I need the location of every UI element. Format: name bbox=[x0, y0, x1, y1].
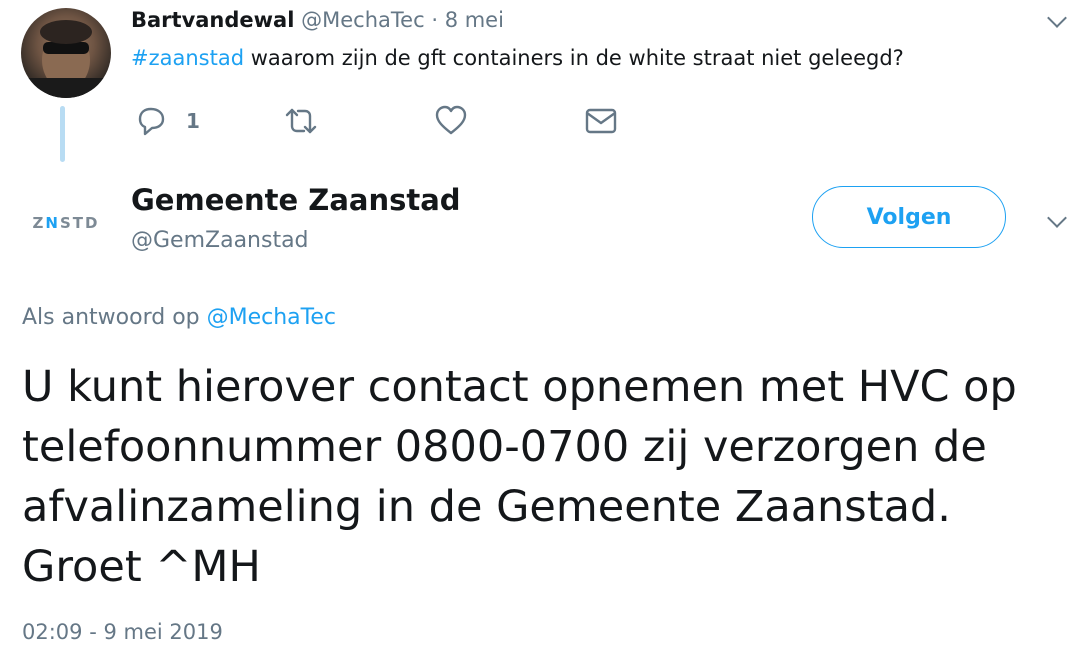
chevron-down-icon[interactable] bbox=[1047, 208, 1067, 228]
retweet-icon[interactable] bbox=[283, 104, 319, 142]
author-handle[interactable]: @MechaTec bbox=[301, 8, 425, 32]
tweet-text: U kunt hierover contact opnemen met HVC … bbox=[22, 362, 1017, 592]
separator: · bbox=[431, 8, 438, 32]
reply-context: Als antwoord op @MechaTec bbox=[22, 305, 336, 330]
mention-link[interactable]: @MechaTec bbox=[207, 305, 336, 330]
thread-connector bbox=[60, 106, 65, 162]
author-name[interactable]: Gemeente Zaanstad bbox=[131, 183, 461, 217]
tweet-header: Bartvandewal @MechaTec · 8 mei bbox=[131, 8, 504, 32]
tweet-body: waarom zijn de gft containers in de whit… bbox=[244, 46, 904, 70]
reply-to-label: Als antwoord op bbox=[22, 305, 207, 330]
avatar[interactable]: ZNSTD bbox=[21, 178, 111, 268]
follow-button[interactable]: Volgen bbox=[812, 186, 1006, 248]
tweet-timestamp[interactable]: 02:09 - 9 mei 2019 bbox=[22, 620, 223, 644]
hashtag-link[interactable]: #zaanstad bbox=[131, 46, 244, 70]
reply-count: 1 bbox=[186, 109, 200, 133]
tweet-thread: Bartvandewal @MechaTec · 8 mei #zaanstad… bbox=[0, 0, 1085, 658]
author-name[interactable]: Bartvandewal bbox=[131, 8, 294, 32]
tweet-text: #zaanstad waarom zijn de gft containers … bbox=[131, 46, 904, 70]
znstd-logo: ZNSTD bbox=[32, 214, 100, 232]
avatar[interactable] bbox=[21, 8, 111, 98]
message-icon[interactable] bbox=[584, 104, 618, 142]
profile-photo bbox=[21, 20, 111, 98]
like-icon[interactable] bbox=[434, 104, 468, 142]
reply-icon[interactable] bbox=[134, 104, 168, 142]
tweet-date[interactable]: 8 mei bbox=[445, 8, 504, 32]
author-handle[interactable]: @GemZaanstad bbox=[131, 228, 309, 253]
chevron-down-icon[interactable] bbox=[1047, 8, 1067, 28]
